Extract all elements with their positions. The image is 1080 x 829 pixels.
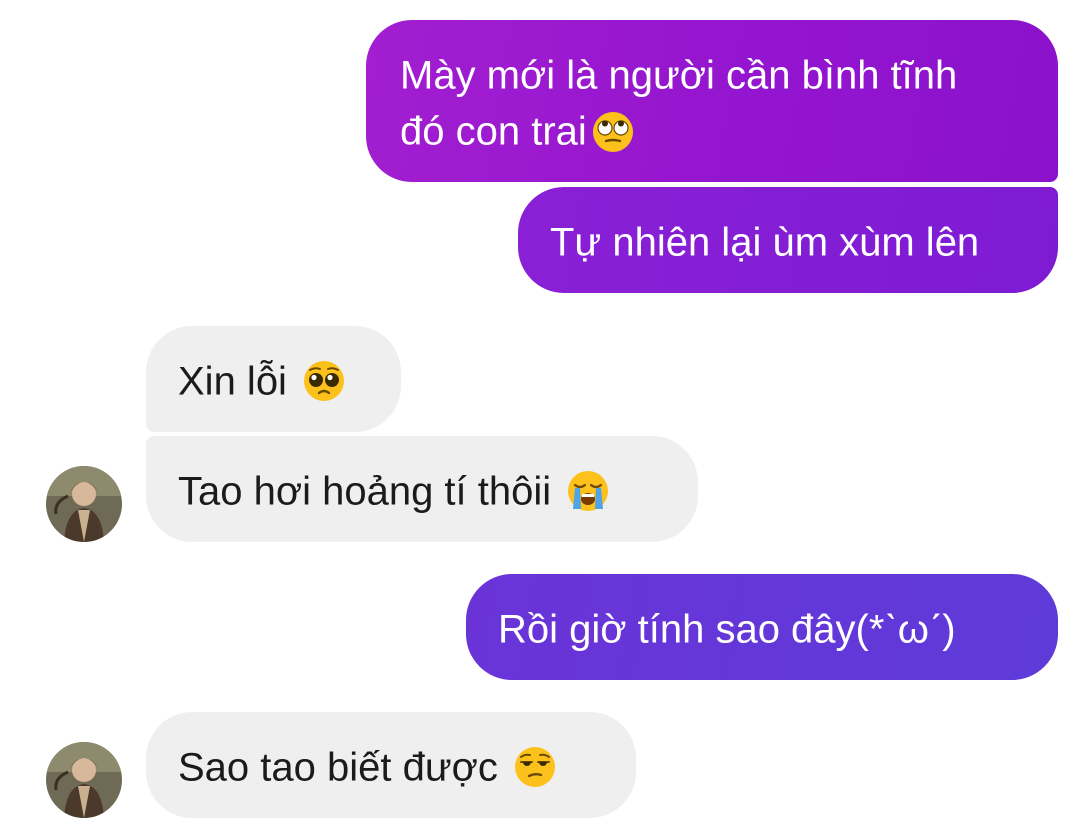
incoming-message[interactable]: Tao hơi hoảng tí thôii	[146, 436, 698, 542]
face-with-rolling-eyes-icon	[591, 110, 635, 154]
outgoing-message[interactable]: Tự nhiên lại ùm xùm lên	[518, 187, 1058, 293]
message-text: Tao hơi hoảng tí thôii	[178, 469, 552, 514]
pleading-face-icon	[302, 359, 346, 403]
message-text-line: đó con trai	[400, 109, 587, 154]
outgoing-message[interactable]: Rồi giờ tính sao đây(*ˋωˊ)	[466, 574, 1058, 680]
incoming-message[interactable]: Xin lỗi	[146, 326, 401, 432]
outgoing-message[interactable]: Mày mới là người cần bình tĩnh đó con tr…	[366, 20, 1058, 182]
incoming-message[interactable]: Sao tao biết được	[146, 712, 636, 818]
loudly-crying-face-icon	[566, 469, 610, 513]
message-text: Sao tao biết được	[178, 745, 498, 790]
message-text: Tự nhiên lại ùm xùm lên	[550, 220, 980, 265]
contact-avatar[interactable]	[46, 742, 122, 818]
message-text-line: Mày mới là người cần bình tĩnh	[400, 53, 958, 98]
unamused-face-icon	[513, 745, 557, 789]
contact-avatar[interactable]	[46, 466, 122, 542]
message-text: Rồi giờ tính sao đây(*ˋωˊ)	[498, 607, 956, 652]
avatar-photo	[46, 466, 122, 542]
chat-thread: Mày mới là người cần bình tĩnh đó con tr…	[0, 0, 1080, 829]
avatar-photo	[46, 742, 122, 818]
message-text: Xin lỗi	[178, 359, 287, 404]
